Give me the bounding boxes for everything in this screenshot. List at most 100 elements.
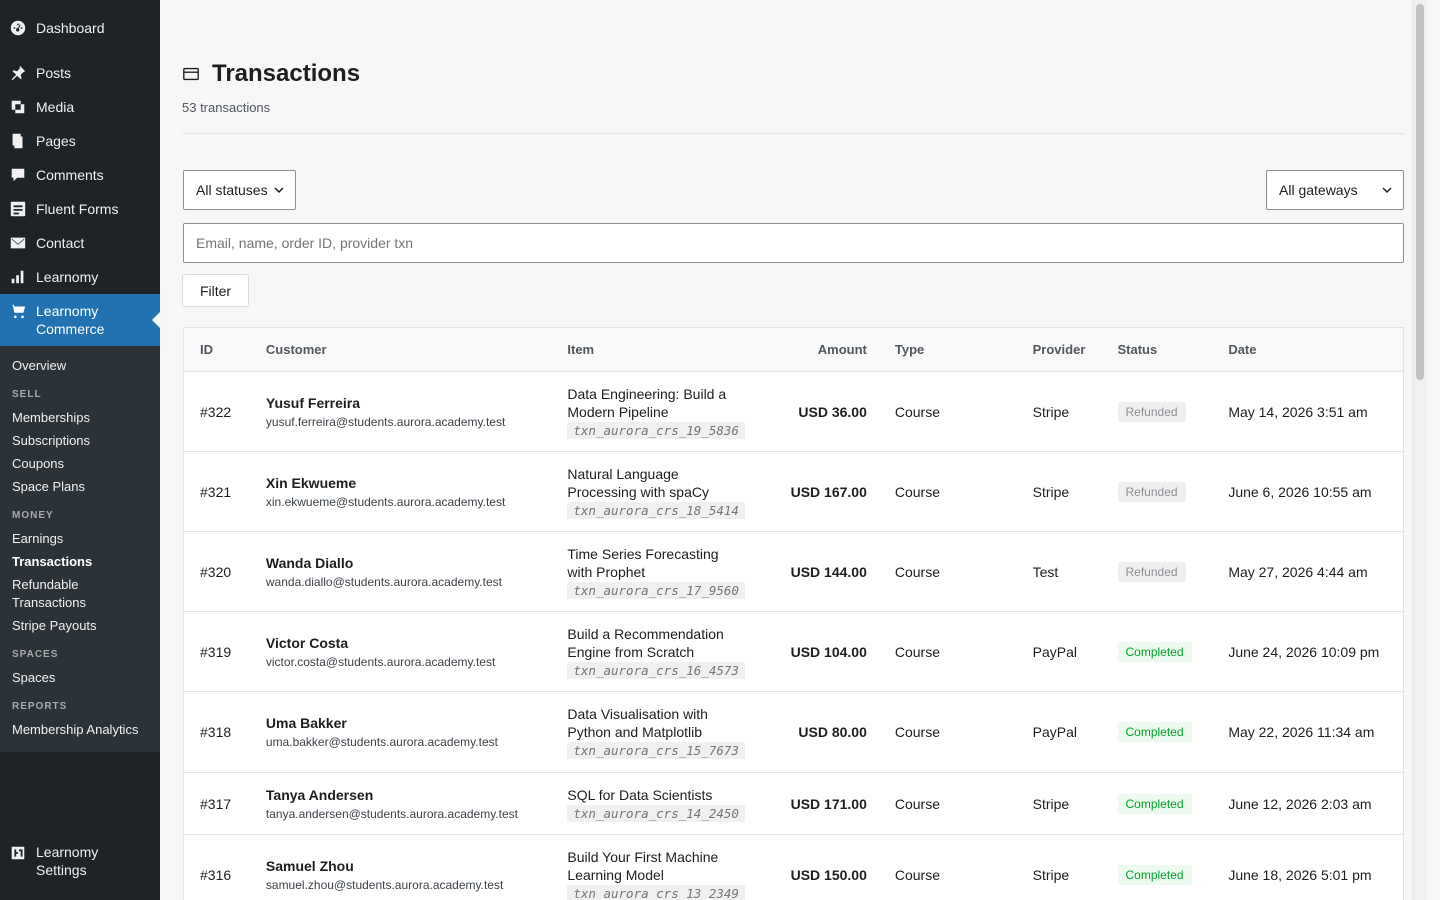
cell-customer: Tanya Andersen tanya.andersen@students.au… [266, 787, 567, 821]
menu-contact[interactable]: Contact [0, 226, 160, 260]
cell-type: Course [894, 643, 941, 660]
item-title-line2: Python and Matplotlib [567, 724, 703, 740]
header-type[interactable]: Type [867, 342, 1033, 357]
menu-fluent-forms[interactable]: Fluent Forms [0, 192, 160, 226]
cell-type: Course [894, 795, 941, 812]
submenu-earnings[interactable]: Earnings [0, 530, 160, 548]
customer-name[interactable]: Wanda Diallo [266, 555, 567, 571]
cell-date: May 27, 2026 4:44 am [1228, 563, 1368, 580]
page-title: Transactions [212, 60, 361, 87]
cell-id: #319 [200, 643, 232, 660]
header-status[interactable]: Status [1118, 342, 1229, 357]
menu-dashboard[interactable]: Dashboard [0, 11, 160, 45]
customer-email: tanya.andersen@students.aurora.academy.t… [265, 806, 518, 821]
customer-name[interactable]: Victor Costa [266, 635, 567, 651]
item-title-line1: Data Engineering: Build a [567, 385, 727, 402]
customer-name[interactable]: Xin Ekwueme [266, 475, 567, 491]
header-item[interactable]: Item [567, 342, 763, 357]
cell-type: Course [894, 724, 941, 740]
cell-id: #321 [200, 483, 232, 500]
customer-email: wanda.diallo@students.aurora.academy.tes… [265, 574, 502, 589]
item-title-line2: with Prophet [567, 563, 646, 580]
cell-status: Refunded [1117, 561, 1229, 582]
chevron-down-icon [1382, 187, 1392, 194]
transaction-count: 53 transactions [182, 100, 271, 115]
status-badge: Completed [1117, 793, 1192, 814]
scrollbar-thumb[interactable] [1416, 4, 1424, 380]
cell-id: #318 [200, 724, 232, 740]
cell-provider: PayPal [1032, 643, 1077, 660]
cell-id: #316 [200, 866, 232, 883]
customer-email: xin.ekwueme@students.aurora.academy.test [265, 494, 506, 509]
menu-learnomy-settings[interactable]: Learnomy Settings [0, 834, 160, 900]
status-select[interactable]: All statuses [183, 170, 296, 210]
table-row[interactable]: #316 Samuel Zhou samuel.zhou@students.auro… [184, 835, 1403, 900]
provider-txn: txn_aurora_crs_17_9560 [567, 581, 745, 599]
submenu-overview[interactable]: Overview [0, 357, 160, 375]
status-badge: Refunded [1117, 481, 1186, 502]
table-row[interactable]: #322 Yusuf Ferreira yusuf.ferreira@student… [184, 372, 1403, 452]
item-title-line1: Data Visualisation with [567, 706, 708, 722]
submenu-stripe-payouts[interactable]: Stripe Payouts [0, 617, 160, 635]
customer-name[interactable]: Uma Bakker [266, 715, 567, 731]
cart-icon [9, 302, 27, 320]
menu-learnomy-commerce[interactable]: Learnomy Commerce [0, 294, 160, 346]
gateway-select[interactable]: All gateways [1266, 170, 1404, 210]
header-divider [182, 133, 1404, 134]
submenu-memberships[interactable]: Memberships [0, 409, 160, 427]
menu-learnomy[interactable]: Learnomy [0, 260, 160, 294]
table-row[interactable]: #321 Xin Ekwueme xin.ekwueme@students.auro… [184, 452, 1403, 532]
menu-comments[interactable]: Comments [0, 158, 160, 192]
comments-icon [9, 166, 27, 184]
table-row[interactable]: #317 Tanya Andersen tanya.andersen@student… [184, 773, 1403, 835]
header-amount[interactable]: Amount [763, 342, 867, 357]
header-provider[interactable]: Provider [1033, 342, 1118, 357]
table-row[interactable]: #318 Uma Bakker uma.bakker@students.aurora… [184, 692, 1403, 773]
submenu-membership-analytics[interactable]: Membership Analytics [0, 721, 160, 739]
menu-label: Learnomy [36, 269, 99, 285]
gateway-select-value: All gateways [1279, 182, 1358, 198]
menu-label: Comments [36, 167, 104, 183]
cell-item: Data Visualisation with Python and Matplo… [567, 705, 763, 759]
menu-posts[interactable]: Posts [0, 56, 160, 90]
status-badge: Completed [1117, 641, 1192, 662]
submenu-space-plans[interactable]: Space Plans [0, 478, 160, 496]
search-input[interactable]: Email, name, order ID, provider txn [183, 223, 1404, 263]
cell-provider: Stripe [1032, 866, 1070, 883]
menu-media[interactable]: Media [0, 90, 160, 124]
cell-customer: Victor Costa victor.costa@students.aurora… [266, 635, 567, 669]
status-badge: Completed [1117, 722, 1192, 742]
menu-pages[interactable]: Pages [0, 124, 160, 158]
submenu-heading-money: MONEY [12, 510, 54, 521]
submenu-refundable-transactions[interactable]: Refundable Transactions [0, 576, 110, 612]
main-content: Transactions 53 transactions All statuse… [160, 0, 1426, 900]
menu-label: Pages [36, 133, 76, 149]
cell-item: SQL for Data Scientists txn_aurora_crs_14… [567, 786, 763, 822]
cell-date: May 14, 2026 3:51 am [1228, 403, 1368, 420]
dashboard-icon [9, 19, 27, 37]
header-date[interactable]: Date [1228, 342, 1403, 357]
submenu-coupons[interactable]: Coupons [0, 455, 160, 473]
customer-name[interactable]: Samuel Zhou [266, 858, 567, 874]
submenu-transactions[interactable]: Transactions [0, 553, 160, 571]
submenu-spaces[interactable]: Spaces [0, 669, 160, 687]
customer-name[interactable]: Tanya Andersen [266, 787, 567, 803]
cell-provider: Stripe [1032, 795, 1070, 812]
header-id[interactable]: ID [184, 342, 266, 357]
table-row[interactable]: #319 Victor Costa victor.costa@students.au… [184, 612, 1403, 692]
submenu-subscriptions[interactable]: Subscriptions [0, 432, 160, 450]
status-badge: Refunded [1117, 561, 1186, 582]
cell-provider: Stripe [1032, 403, 1070, 420]
header-customer[interactable]: Customer [266, 342, 567, 357]
cell-provider: PayPal [1032, 724, 1077, 740]
filter-button[interactable]: Filter [182, 274, 249, 307]
table-row[interactable]: #320 Wanda Diallo wanda.diallo@students.au… [184, 532, 1403, 612]
page-header: Transactions [182, 60, 360, 88]
scrollbar[interactable] [1412, 0, 1426, 900]
customer-name[interactable]: Yusuf Ferreira [266, 395, 567, 411]
status-badge: Refunded [1117, 401, 1186, 422]
pin-icon [9, 64, 27, 82]
settings-label-line2: Settings [36, 862, 87, 878]
cell-amount: USD 150.00 [790, 866, 867, 883]
table-header: ID Customer Item Amount Type Provider St… [184, 328, 1403, 372]
